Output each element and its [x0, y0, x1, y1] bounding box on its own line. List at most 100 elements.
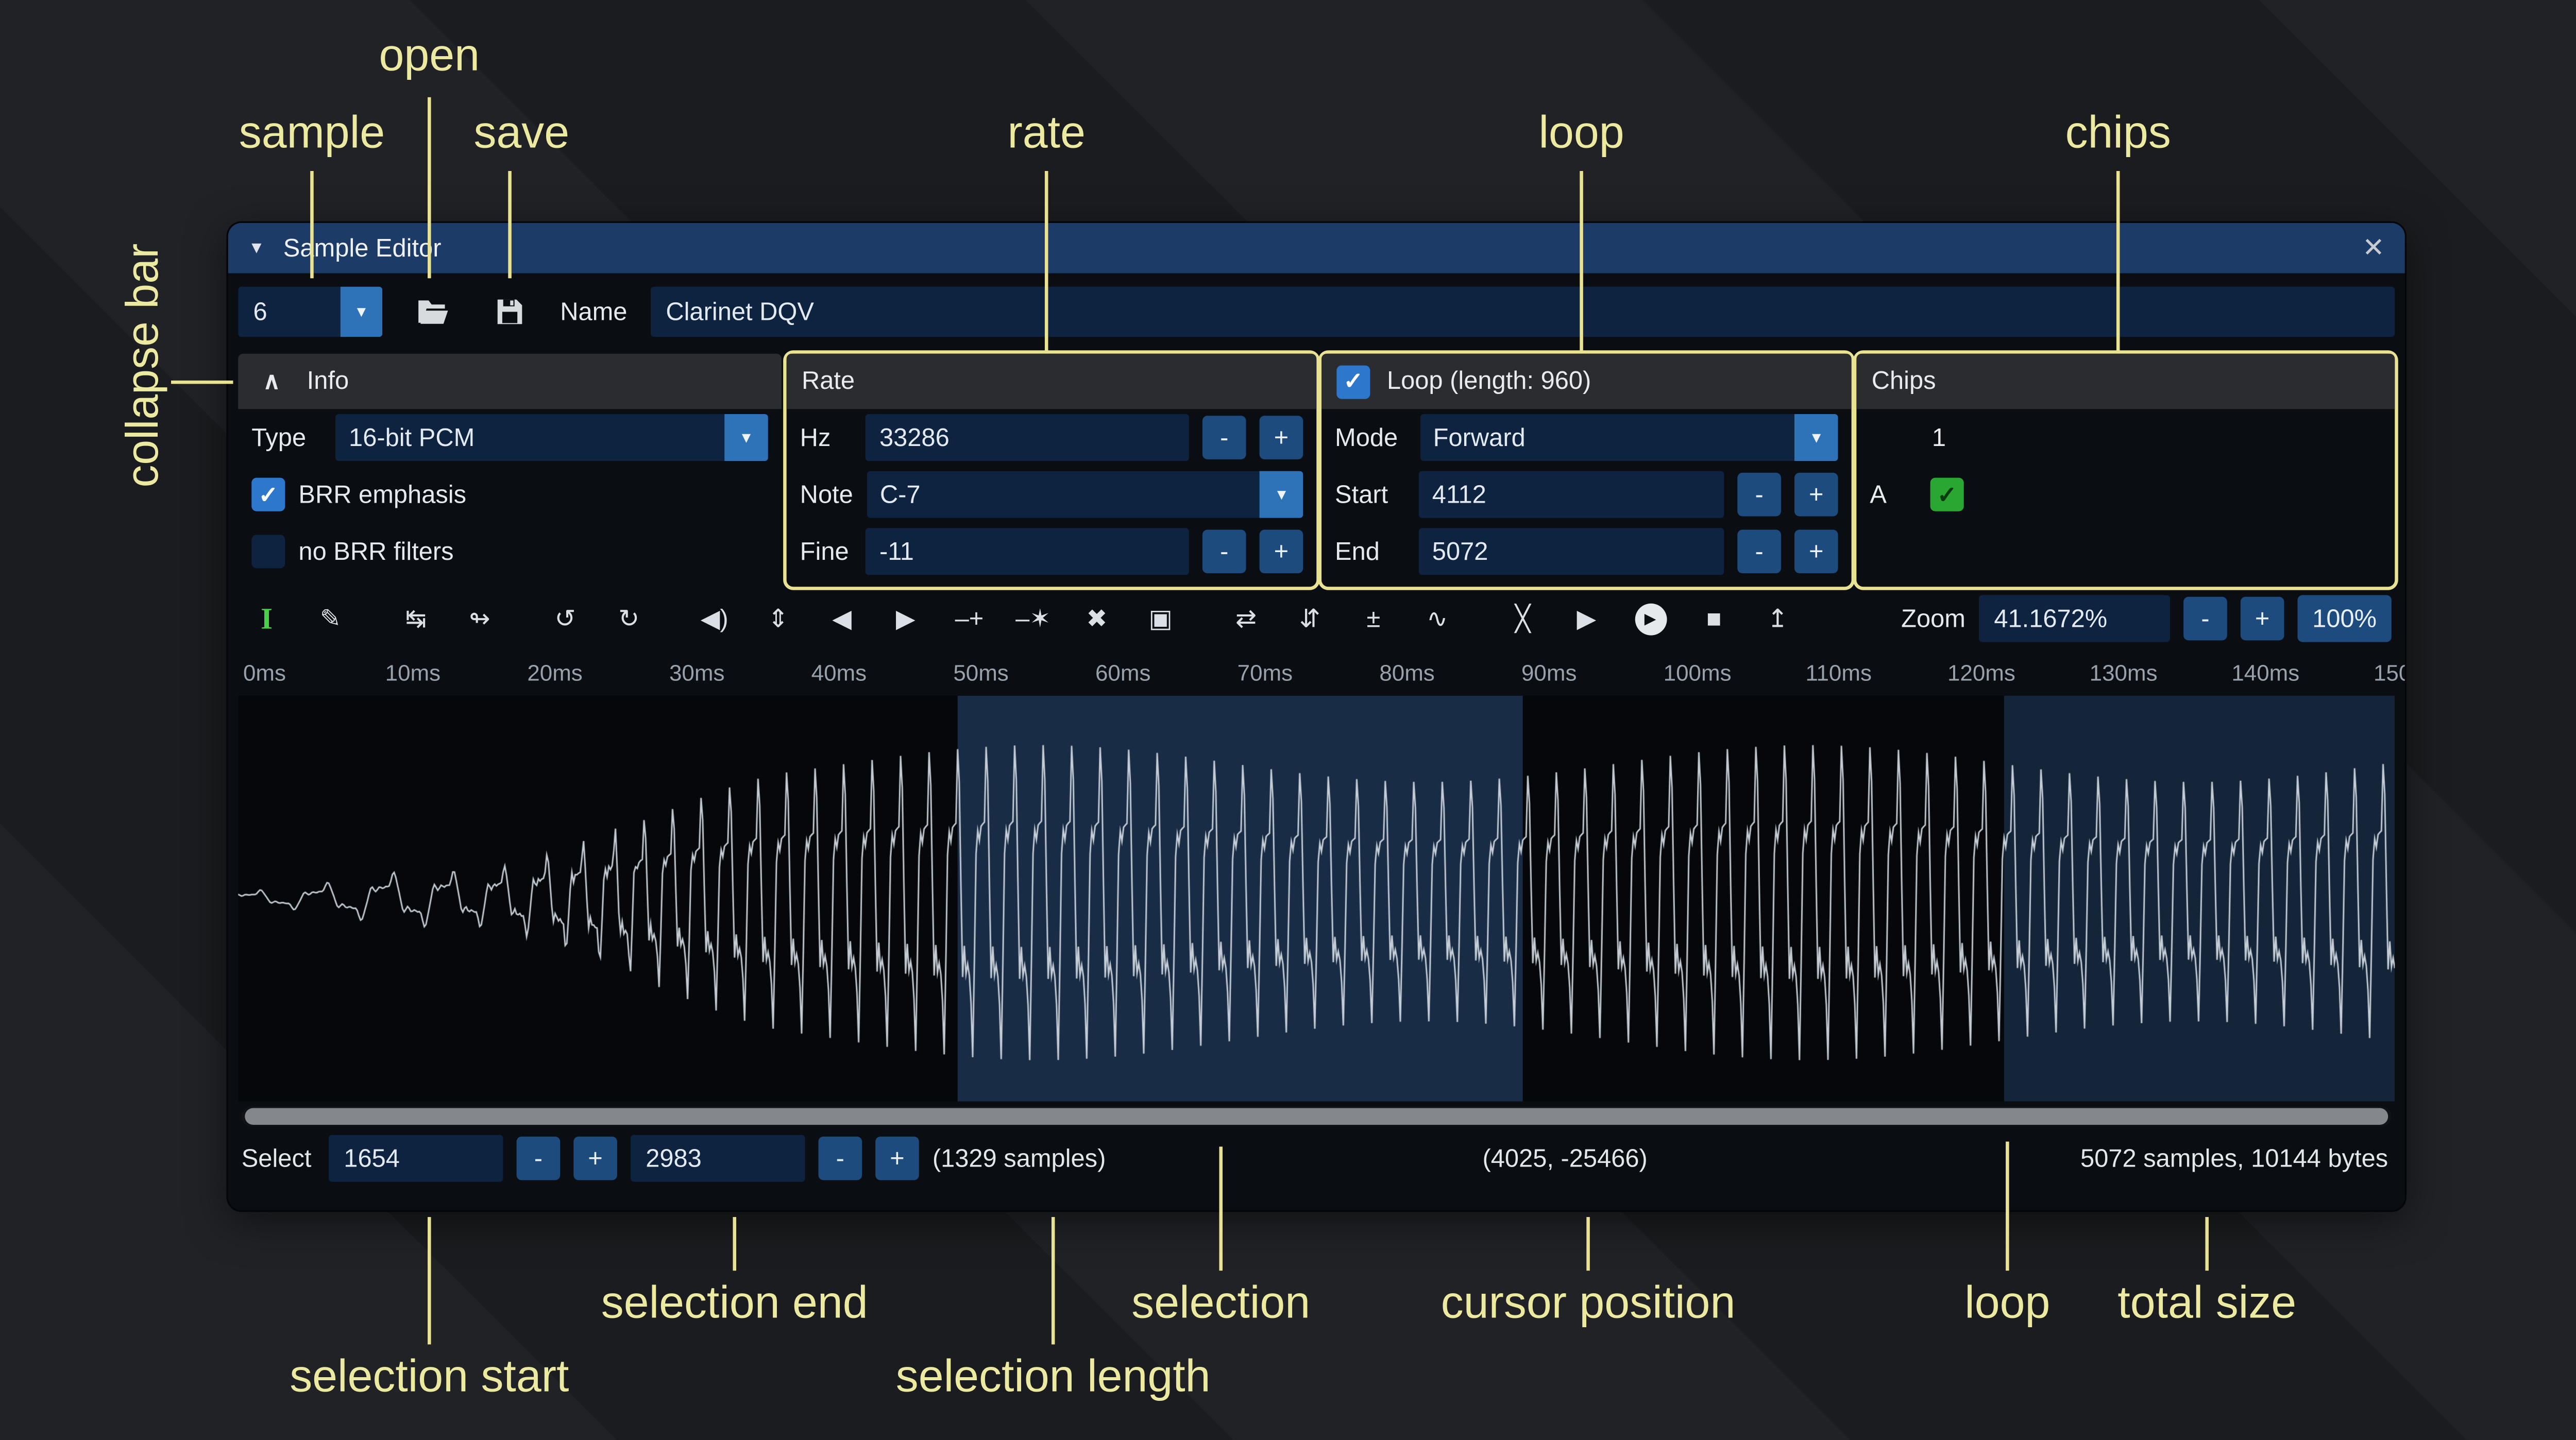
annotation-line-total-size [2205, 1217, 2209, 1271]
loop-start-input[interactable]: 4112 [1419, 471, 1724, 518]
name-input[interactable]: Clarinet DQV [651, 287, 2395, 337]
rate-panel: Rate Hz 33286 - + Note C-7 Fine [787, 354, 1317, 587]
selection-start-input[interactable]: 1654 [329, 1135, 503, 1182]
save-icon [495, 297, 525, 327]
filter-icon[interactable]: ∿ [1412, 595, 1463, 642]
note-value: C-7 [867, 471, 1260, 518]
note-label: Note [800, 481, 853, 509]
waveform-canvas[interactable] [238, 696, 2395, 1102]
amplify-icon[interactable]: ◀) [689, 595, 740, 642]
zoom-out-button[interactable]: - [2183, 597, 2227, 641]
crossfade-icon[interactable]: ╳ [1498, 595, 1548, 642]
annotation-loop-bottom: loop [1964, 1277, 2050, 1329]
toolbar-icon-group: I ✎ ↹ ↬ ↺ ↻ ◀) ⇕ ◀ ▶ –+ –✶ ✖ ▣ ⇄ ⇵ ± ∿ ╳ ▶ ▶ ■ ↥ [242, 595, 1803, 642]
window-titlebar: ▼ Sample Editor ✕ [228, 223, 2405, 273]
invert-icon[interactable]: ⇵ [1284, 595, 1335, 642]
stop-icon[interactable]: ■ [1689, 595, 1739, 642]
screenshot-stage: ▼ Sample Editor ✕ 6 [0, 0, 2576, 1440]
timeline-ruler[interactable]: 0ms10ms20ms30ms40ms50ms60ms70ms80ms90ms1… [228, 650, 2405, 696]
save-button[interactable] [483, 287, 536, 337]
chip-row-label: A [1870, 481, 1917, 509]
hz-row: Hz 33286 - + [787, 409, 1317, 466]
type-value: 16-bit PCM [335, 414, 724, 461]
apply-silence-icon[interactable]: –✶ [1008, 595, 1058, 642]
annotation-cursor-position: cursor position [1441, 1277, 1736, 1329]
undo-icon[interactable]: ↺ [540, 595, 590, 642]
no-brr-filters-row: no BRR filters [238, 523, 782, 580]
loop-start-label: Start [1335, 481, 1405, 509]
waveform-scrollbar [242, 1106, 2392, 1126]
chips-header-label: Chips [1872, 367, 1936, 396]
upload-icon[interactable]: ↥ [1753, 595, 1803, 642]
draw-icon[interactable]: ✎ [305, 595, 355, 642]
normalize-icon[interactable]: ⇕ [753, 595, 804, 642]
loop-end-input[interactable]: 5072 [1419, 528, 1724, 575]
zoom-in-button[interactable]: + [2241, 597, 2284, 641]
timeline-label: 30ms [669, 660, 811, 685]
loop-end-increase-button[interactable]: + [1794, 530, 1838, 574]
fade-in-icon[interactable]: ◀ [817, 595, 867, 642]
preview-icon[interactable]: ▶ [1561, 595, 1612, 642]
open-button[interactable] [406, 287, 460, 337]
loop-enabled-checkbox[interactable] [1336, 365, 1370, 398]
scrollbar-thumb[interactable] [245, 1108, 2388, 1125]
resize-icon[interactable]: ↹ [391, 595, 441, 642]
loop-start-row: Start 4112 - + [1321, 466, 1852, 523]
waveform-area[interactable] [238, 696, 2395, 1102]
chips-panel: Chips 1 A [1856, 354, 2395, 587]
hz-increase-button[interactable]: + [1260, 416, 1303, 459]
timeline-label: 130ms [2090, 660, 2232, 685]
zoom-controls: Zoom 41.1672% - + 100% [1901, 595, 2392, 642]
reverse-icon[interactable]: ⇄ [1221, 595, 1272, 642]
brr-emphasis-row: BRR emphasis [238, 466, 782, 523]
annotation-line-selection-length [1052, 1217, 1055, 1344]
no-brr-filters-checkbox[interactable] [251, 535, 285, 568]
timeline-label: 10ms [385, 660, 528, 685]
delete-icon[interactable]: ✖ [1072, 595, 1122, 642]
annotation-line-selection-end [733, 1217, 736, 1271]
sign-icon[interactable]: ± [1348, 595, 1399, 642]
chevron-down-icon [1795, 414, 1838, 461]
select-label: Select [242, 1144, 315, 1172]
annotation-line-loop [1580, 171, 1583, 352]
selection-end-decrease-button[interactable]: - [818, 1137, 862, 1180]
name-label: Name [560, 298, 627, 326]
close-icon[interactable]: ✕ [2362, 231, 2385, 265]
selection-start-decrease-button[interactable]: - [517, 1137, 561, 1180]
zoom-reset-button[interactable]: 100% [2297, 595, 2391, 642]
timeline-label: 100ms [1664, 660, 1806, 685]
insert-silence-icon[interactable]: –+ [944, 595, 995, 642]
fine-input[interactable]: -11 [866, 528, 1189, 575]
zoom-input[interactable]: 41.1672% [1979, 595, 2170, 642]
chips-a-row: A [1856, 466, 2395, 523]
loop-end-decrease-button[interactable]: - [1737, 530, 1781, 574]
fade-out-icon[interactable]: ▶ [880, 595, 931, 642]
hz-decrease-button[interactable]: - [1202, 416, 1246, 459]
hz-input[interactable]: 33286 [866, 414, 1189, 461]
note-combo[interactable]: C-7 [867, 471, 1303, 518]
annotation-chips: chips [2065, 107, 2171, 159]
note-row: Note C-7 [787, 466, 1317, 523]
selection-end-increase-button[interactable]: + [875, 1137, 919, 1180]
selection-start-increase-button[interactable]: + [573, 1137, 617, 1180]
chips-header: Chips [1856, 354, 2395, 409]
brr-emphasis-label: BRR emphasis [298, 481, 466, 509]
chip-a-checkbox[interactable] [1930, 478, 1964, 511]
zoom-label: Zoom [1901, 604, 1965, 632]
loop-start-increase-button[interactable]: + [1794, 473, 1838, 517]
fine-increase-button[interactable]: + [1260, 530, 1303, 574]
annotation-total-size: total size [2117, 1277, 2296, 1329]
selection-end-input[interactable]: 2983 [631, 1135, 805, 1182]
edit-mode-icon[interactable]: I [242, 595, 292, 642]
loop-mode-value: Forward [1420, 414, 1795, 461]
play-icon[interactable]: ▶ [1625, 595, 1675, 642]
timeline-label: 0ms [243, 660, 385, 685]
fine-decrease-button[interactable]: - [1202, 530, 1246, 574]
resample-icon[interactable]: ↬ [454, 595, 505, 642]
redo-icon[interactable]: ↻ [604, 595, 654, 642]
total-size-text: 5072 samples, 10144 bytes [2080, 1144, 2388, 1172]
loop-mode-combo[interactable]: Forward [1420, 414, 1838, 461]
loop-start-decrease-button[interactable]: - [1737, 473, 1781, 517]
trim-icon[interactable]: ▣ [1136, 595, 1186, 642]
type-combo[interactable]: 16-bit PCM [335, 414, 768, 461]
